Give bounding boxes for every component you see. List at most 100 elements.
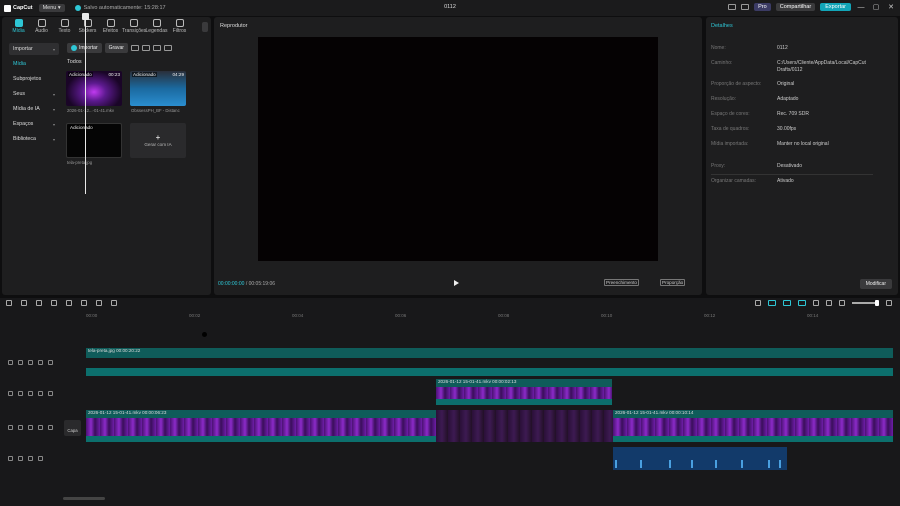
media-item[interactable]: Adicionado: [66, 123, 122, 158]
track-toggle-icon[interactable]: [8, 360, 13, 365]
sidenav-spaces[interactable]: Espaços ▾: [9, 118, 59, 130]
lock-icon[interactable]: [18, 391, 23, 396]
select-cursor-icon[interactable]: [6, 300, 12, 306]
split-icon[interactable]: [51, 300, 57, 306]
export-button[interactable]: Exportar: [820, 3, 851, 11]
track-toggle-icon[interactable]: [8, 456, 13, 461]
undo-icon[interactable]: [21, 300, 27, 306]
details-panel: Detalhes Nome: 0112 Caminho: C:/Users/Clie…: [706, 17, 898, 295]
modify-button[interactable]: Modificar: [859, 279, 892, 289]
sidenav-subprojects[interactable]: Subprojetos: [9, 73, 59, 85]
media-item[interactable]: Adicionado 00:23: [66, 71, 122, 106]
main-clip[interactable]: [86, 418, 436, 436]
search-icon[interactable]: [130, 45, 139, 51]
close-button[interactable]: ✕: [886, 3, 896, 11]
minimize-button[interactable]: —: [856, 4, 866, 11]
time-ruler[interactable]: 00:00 00:02 00:04 00:06 00:08 00:10 00:1…: [86, 312, 900, 320]
filter-icon[interactable]: [163, 45, 172, 51]
ruler-tick: 00:00: [86, 313, 98, 318]
preview-axis-icon[interactable]: [798, 300, 806, 306]
layout-icon[interactable]: [728, 4, 737, 10]
lock-icon[interactable]: [18, 360, 23, 365]
grid-view-icon[interactable]: [141, 45, 150, 51]
delete-icon[interactable]: [96, 300, 102, 306]
zoom-slider-handle[interactable]: [875, 300, 879, 306]
zoom-in-icon[interactable]: [886, 300, 892, 306]
audio-icon[interactable]: [38, 425, 43, 430]
eye-icon[interactable]: [28, 425, 33, 430]
microphone-icon[interactable]: [755, 300, 761, 306]
sidenav-import[interactable]: Importar ▾: [9, 43, 59, 55]
track-toggle-icon[interactable]: [8, 425, 13, 430]
track-toggle-icon[interactable]: [8, 391, 13, 396]
maximize-button[interactable]: ▢: [871, 3, 881, 11]
ruler-tick: 00:08: [498, 313, 510, 318]
overlay-clip-header[interactable]: 2026-01-12 15-01-41.mkv 00:00:02:13: [436, 379, 612, 387]
image-clip[interactable]: tela-preta.jpg 00:00:20:22: [86, 348, 893, 358]
eye-icon[interactable]: [28, 391, 33, 396]
time-sep: /: [245, 281, 248, 287]
tab-stickers[interactable]: Stickers: [76, 17, 99, 37]
tab-label: Efeitos: [102, 28, 119, 34]
sidenav-yours[interactable]: Seus ▾: [9, 88, 59, 100]
more-tools-button[interactable]: [202, 22, 208, 32]
zoom-slider[interactable]: [852, 302, 876, 304]
ratio-button[interactable]: Proporção: [660, 279, 686, 286]
more-icon[interactable]: [48, 391, 53, 396]
more-icon[interactable]: [48, 360, 53, 365]
cover-button[interactable]: Capa: [64, 420, 81, 436]
overlay-clip[interactable]: [436, 387, 612, 399]
redo-icon[interactable]: [36, 300, 42, 306]
zoom-out-icon[interactable]: [839, 300, 845, 306]
audio-icon[interactable]: [28, 456, 33, 461]
more-icon[interactable]: [38, 456, 43, 461]
tab-audio[interactable]: Áudio: [30, 17, 53, 37]
playhead[interactable]: [85, 14, 86, 194]
main-clip[interactable]: [613, 418, 893, 436]
tab-transitions[interactable]: Transições: [122, 17, 146, 37]
trim-right-icon[interactable]: [81, 300, 87, 306]
detail-row: Organizar camadas: Ativado: [711, 178, 891, 185]
sidenav-library[interactable]: Biblioteca ▾: [9, 133, 59, 145]
record-button[interactable]: Gravar: [104, 43, 128, 53]
snap-icon[interactable]: [813, 300, 819, 306]
audio-icon[interactable]: [38, 360, 43, 365]
waveform-bar: [640, 460, 642, 468]
fill-button[interactable]: Preenchimento: [604, 279, 639, 286]
link-icon[interactable]: [783, 300, 791, 306]
preview-screen[interactable]: [258, 37, 658, 261]
audio-clip[interactable]: [613, 447, 787, 470]
audio-icon[interactable]: [38, 391, 43, 396]
pro-button[interactable]: Pro: [754, 3, 771, 11]
main-clip-header[interactable]: 2026-01-12 15-01-41.mkv 00:00:06:23: [86, 410, 436, 418]
generate-ai-card[interactable]: + Gerar com IA: [130, 123, 186, 158]
detail-value: Adaptado: [777, 96, 799, 102]
chevron-down-icon: ▾: [52, 136, 55, 142]
main-clip-header[interactable]: 2026-01-12 15-01-41.mkv 00:00:10:14: [613, 410, 893, 418]
trim-left-icon[interactable]: [66, 300, 72, 306]
timeline-scrollbar[interactable]: [63, 497, 105, 500]
tab-effects[interactable]: Efeitos: [99, 17, 122, 37]
shield-icon[interactable]: [111, 300, 117, 306]
menu-button[interactable]: Menu ▾: [38, 4, 65, 12]
more-icon[interactable]: [48, 425, 53, 430]
shortcuts-icon[interactable]: [741, 4, 750, 10]
all-media-heading: Todos: [67, 59, 82, 65]
eye-icon[interactable]: [28, 360, 33, 365]
lock-icon[interactable]: [18, 456, 23, 461]
tab-media[interactable]: Mídia: [7, 17, 30, 37]
play-icon[interactable]: [454, 280, 459, 286]
magnet-icon[interactable]: [768, 300, 776, 306]
sort-icon[interactable]: [152, 45, 161, 51]
media-item[interactable]: Adicionado 04:29: [130, 71, 186, 106]
fit-icon[interactable]: [826, 300, 832, 306]
detail-value: 0112: [777, 45, 788, 51]
lock-icon[interactable]: [18, 425, 23, 430]
sidenav-media[interactable]: Mídia: [9, 58, 59, 70]
share-button[interactable]: Compartilhar: [775, 3, 816, 11]
sidenav-ai-media[interactable]: Mídia de IA ▾: [9, 103, 59, 115]
waveform-bar: [715, 460, 717, 468]
tab-text[interactable]: Texto: [53, 17, 76, 37]
tab-captions[interactable]: Legendas: [145, 17, 168, 37]
tab-filters[interactable]: Filtros: [168, 17, 191, 37]
